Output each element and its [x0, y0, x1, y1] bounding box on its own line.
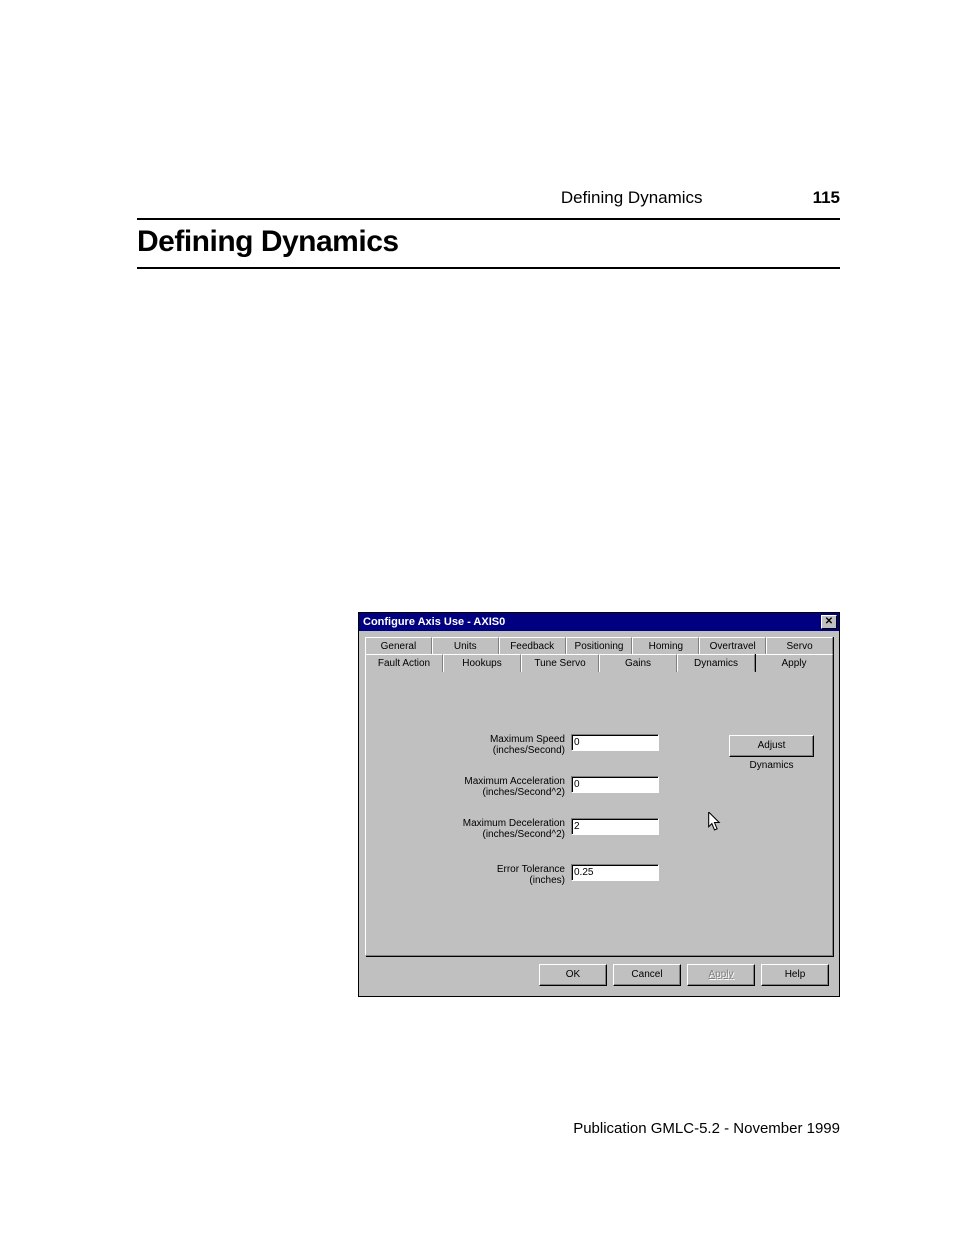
tab-row-back: General Units Feedback Positioning Homin…: [365, 637, 833, 655]
tab-servo[interactable]: Servo: [766, 637, 833, 655]
field-max-speed: Maximum Speed (inches/Second): [421, 734, 659, 756]
tab-general[interactable]: General: [365, 637, 432, 655]
tab-positioning[interactable]: Positioning: [566, 637, 633, 655]
running-head: Defining Dynamics: [561, 188, 703, 208]
tab-feedback[interactable]: Feedback: [499, 637, 566, 655]
tab-units[interactable]: Units: [432, 637, 499, 655]
tab-tune-servo[interactable]: Tune Servo: [521, 654, 599, 672]
tab-gains[interactable]: Gains: [599, 654, 677, 672]
tab-row-front: Fault Action Hookups Tune Servo Gains Dy…: [365, 654, 833, 672]
label-max-speed: Maximum Speed (inches/Second): [421, 734, 571, 756]
help-button[interactable]: Help: [761, 964, 829, 986]
field-error-tolerance: Error Tolerance (inches): [421, 864, 659, 886]
ok-button[interactable]: OK: [539, 964, 607, 986]
label-max-decel: Maximum Deceleration (inches/Second^2): [421, 818, 571, 840]
cancel-button[interactable]: Cancel: [613, 964, 681, 986]
page-title: Defining Dynamics: [137, 225, 840, 269]
tab-hookups[interactable]: Hookups: [443, 654, 521, 672]
apply-button[interactable]: Apply: [687, 964, 755, 986]
input-max-accel[interactable]: [571, 776, 659, 793]
tab-panel: Maximum Speed (inches/Second) Maximum Ac…: [365, 671, 833, 956]
input-max-decel[interactable]: [571, 818, 659, 835]
tab-overtravel[interactable]: Overtravel: [699, 637, 766, 655]
tab-apply[interactable]: Apply: [755, 654, 833, 672]
page-number: 115: [813, 188, 840, 208]
tab-fault-action[interactable]: Fault Action: [365, 654, 443, 672]
tab-dynamics[interactable]: Dynamics: [677, 654, 755, 672]
tab-homing[interactable]: Homing: [632, 637, 699, 655]
page-header: Defining Dynamics 115: [137, 188, 840, 220]
label-error-tolerance: Error Tolerance (inches): [421, 864, 571, 886]
publication-footer: Publication GMLC-5.2 - November 1999: [573, 1120, 840, 1137]
field-max-decel: Maximum Deceleration (inches/Second^2): [421, 818, 659, 840]
titlebar[interactable]: Configure Axis Use - AXIS0 ✕: [359, 613, 839, 631]
label-max-accel: Maximum Acceleration (inches/Second^2): [421, 776, 571, 798]
dialog-title: Configure Axis Use - AXIS0: [363, 616, 505, 628]
input-error-tolerance[interactable]: [571, 864, 659, 881]
field-max-accel: Maximum Acceleration (inches/Second^2): [421, 776, 659, 798]
dialog-button-row: OK Cancel Apply Help: [359, 956, 839, 996]
dialog-configure-axis: Configure Axis Use - AXIS0 ✕ General Uni…: [358, 612, 840, 997]
close-icon[interactable]: ✕: [821, 615, 837, 629]
adjust-dynamics-button[interactable]: Adjust Dynamics: [729, 735, 814, 757]
input-max-speed[interactable]: [571, 734, 659, 751]
